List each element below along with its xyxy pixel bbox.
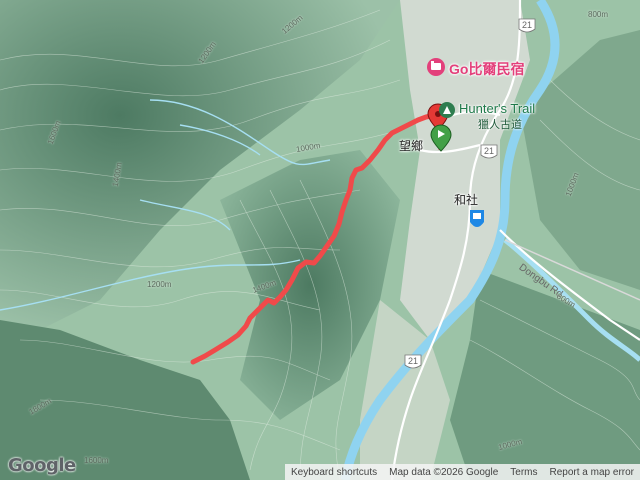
trail-pin-icon[interactable] <box>439 102 455 118</box>
google-logo-text: Google <box>8 455 76 476</box>
place-heshe: 和社 <box>454 193 479 207</box>
trail-subname-label: 獵人古道 <box>478 119 522 131</box>
contour-label: 1200m <box>147 280 172 289</box>
terms-link[interactable]: Terms <box>504 467 543 478</box>
bnb-pin-icon[interactable] <box>427 58 445 76</box>
route-21-label-b: 21 <box>484 146 495 156</box>
route-21-label-a: 21 <box>522 20 533 30</box>
report-error-link[interactable]: Report a map error <box>544 467 640 478</box>
keyboard-shortcuts-link[interactable]: Keyboard shortcuts <box>285 467 383 478</box>
contour-label: 1600m <box>84 456 109 465</box>
route-21-label-c: 21 <box>408 356 419 366</box>
attribution-bar: Keyboard shortcuts Map data ©2026 Google… <box>284 464 640 480</box>
bnb-name-label[interactable]: Go比爾民宿 <box>449 59 524 79</box>
trail-name-label[interactable]: Hunter's Trail <box>459 101 535 116</box>
transit-station-icon[interactable] <box>470 210 484 227</box>
google-logo[interactable]: Google <box>8 455 76 476</box>
map-data-label: Map data ©2026 Google <box>389 466 499 478</box>
contour-label: 800m <box>588 10 609 19</box>
map-canvas[interactable] <box>0 0 640 480</box>
place-wangxiang: 望鄉 <box>399 139 424 153</box>
